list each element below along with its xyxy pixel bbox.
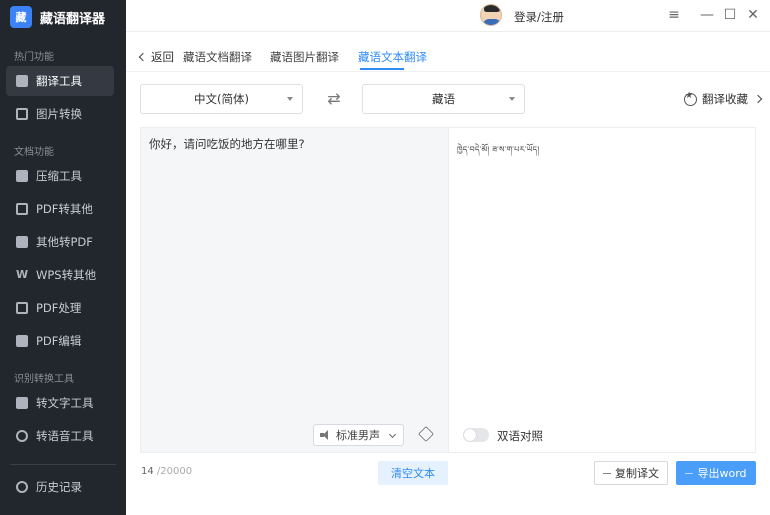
- swap-languages-icon[interactable]: ⇄: [324, 89, 344, 109]
- titlebar: 登录/注册 ≡ — ☐ ✕: [126, 0, 770, 32]
- pdf-edit-icon: [16, 335, 28, 347]
- favorites-label: 翻译收藏: [702, 92, 748, 106]
- active-tab-indicator: [360, 68, 404, 70]
- sidebar-item-wps[interactable]: W WPS转其他: [6, 260, 114, 290]
- sidebar-item-label: 历史记录: [36, 480, 82, 494]
- wps-icon: W: [16, 268, 29, 281]
- source-text-input[interactable]: 你好，请问吃饭的地方在哪里?: [149, 136, 305, 152]
- export-label: 导出word: [697, 467, 747, 480]
- minimize-icon[interactable]: —: [698, 7, 716, 23]
- sidebar-item-pdf-process[interactable]: PDF处理: [6, 293, 114, 323]
- pdf-icon: [16, 203, 28, 215]
- source-language-value: 中文(简体): [194, 92, 249, 106]
- chevron-down-icon: [388, 430, 397, 439]
- sidebar-item-compress[interactable]: 压缩工具: [6, 161, 114, 191]
- to-pdf-icon: [16, 236, 28, 248]
- bilingual-toggle[interactable]: [463, 428, 489, 442]
- tab-doc-translate[interactable]: 藏语文档翻译: [183, 49, 252, 65]
- voice-convert-icon: [16, 430, 28, 442]
- sidebar-item-label: PDF处理: [36, 301, 82, 315]
- sidebar-item-label: PDF编辑: [36, 334, 82, 348]
- sidebar-item-translate[interactable]: 翻译工具: [6, 66, 114, 96]
- close-icon[interactable]: ✕: [744, 7, 762, 23]
- sidebar-item-label: 翻译工具: [36, 74, 82, 88]
- avatar[interactable]: [480, 4, 502, 26]
- char-counter: 14 /20000: [141, 466, 192, 477]
- sidebar-item-to-pdf[interactable]: 其他转PDF: [6, 227, 114, 257]
- sidebar-item-label: WPS转其他: [36, 268, 97, 282]
- sidebar-item-label: 其他转PDF: [36, 235, 93, 249]
- copy-label: 复制译文: [615, 467, 659, 480]
- voice-select-value: 标准男声: [336, 429, 380, 442]
- source-language-select[interactable]: 中文(简体): [140, 84, 303, 114]
- back-button[interactable]: 返回: [138, 49, 174, 65]
- copy-icon: [603, 472, 611, 474]
- sidebar-item-label: 转语音工具: [36, 429, 94, 443]
- sidebar-item-history[interactable]: 历史记录: [6, 472, 114, 502]
- target-language-select[interactable]: 藏语: [362, 84, 525, 114]
- menu-icon[interactable]: ≡: [665, 7, 683, 23]
- text-convert-icon: [16, 397, 28, 409]
- sidebar-item-voice-convert[interactable]: 转语音工具: [6, 421, 114, 451]
- app-logo-icon: 藏: [10, 6, 32, 28]
- voice-select[interactable]: 标准男声: [313, 424, 404, 446]
- char-count: 14: [141, 466, 154, 477]
- sidebar: 藏 藏语翻译器 热门功能 翻译工具 图片转换 文档功能 压缩工具 PDF转其他 …: [0, 0, 126, 515]
- sidebar-item-label: 图片转换: [36, 107, 82, 121]
- cube-icon[interactable]: [418, 426, 434, 442]
- favorites-button[interactable]: 翻译收藏: [684, 91, 763, 107]
- sidebar-divider: [10, 464, 116, 465]
- chevron-right-icon: [753, 94, 763, 104]
- tab-image-translate[interactable]: 藏语图片翻译: [270, 49, 339, 65]
- speaker-icon: [320, 430, 330, 440]
- login-link[interactable]: 登录/注册: [514, 9, 564, 25]
- export-word-button[interactable]: 导出word: [676, 461, 756, 485]
- char-max: /20000: [153, 466, 193, 477]
- caret-down-icon: [509, 97, 515, 101]
- translate-icon: [16, 75, 28, 87]
- maximize-icon[interactable]: ☐: [721, 7, 739, 23]
- favorite-star-icon: [684, 91, 697, 106]
- sidebar-item-text-convert[interactable]: 转文字工具: [6, 388, 114, 418]
- section-label-docs: 文档功能: [14, 147, 54, 158]
- tabs-divider: [126, 71, 770, 72]
- section-label-hot: 热门功能: [14, 52, 54, 63]
- sidebar-item-label: 转文字工具: [36, 396, 94, 410]
- source-text-panel[interactable]: 你好，请问吃饭的地方在哪里? 标准男声: [140, 127, 449, 453]
- section-label-recognition: 识别转换工具: [14, 374, 74, 385]
- caret-down-icon: [287, 97, 293, 101]
- export-icon: [685, 472, 694, 474]
- chevron-left-icon: [138, 52, 148, 62]
- sidebar-item-label: PDF转其他: [36, 202, 93, 216]
- target-language-value: 藏语: [432, 92, 455, 106]
- brand: 藏 藏语翻译器: [10, 5, 105, 29]
- bilingual-label: 双语对照: [497, 429, 543, 443]
- sidebar-item-image-convert[interactable]: 图片转换: [6, 99, 114, 129]
- history-icon: [16, 481, 28, 493]
- tab-text-translate[interactable]: 藏语文本翻译: [358, 49, 427, 65]
- app-name: 藏语翻译器: [40, 11, 106, 27]
- clear-text-button[interactable]: 清空文本: [378, 461, 448, 485]
- back-label: 返回: [151, 50, 174, 64]
- translated-text: ཁྱེད་བདེ་མོ། ཟ་ས་ག་པར་ཡོད།: [457, 145, 540, 154]
- pdf-process-icon: [16, 302, 28, 314]
- sidebar-item-pdf-edit[interactable]: PDF编辑: [6, 326, 114, 356]
- sidebar-item-label: 压缩工具: [36, 169, 82, 183]
- sidebar-item-pdf-to-other[interactable]: PDF转其他: [6, 194, 114, 224]
- target-text-panel: ཁྱེད་བདེ་མོ། ཟ་ས་ག་པར་ཡོད། 双语对照: [449, 127, 756, 453]
- copy-translation-button[interactable]: 复制译文: [594, 461, 668, 485]
- compress-icon: [16, 170, 28, 182]
- image-convert-icon: [16, 108, 28, 120]
